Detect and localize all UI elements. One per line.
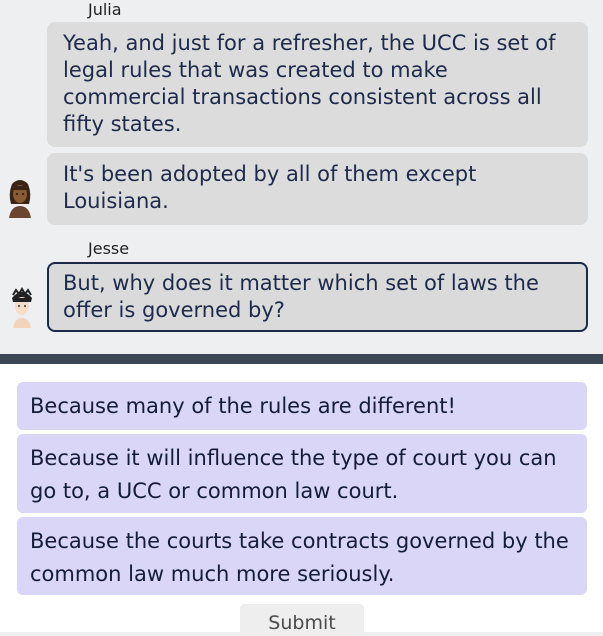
choice-option[interactable]: Because the courts take contracts govern… <box>17 517 587 595</box>
submit-button[interactable]: Submit <box>240 604 364 636</box>
speaker-name-jesse: Jesse <box>88 239 130 258</box>
julia-avatar-icon <box>9 180 31 218</box>
choice-option[interactable]: Because it will influence the type of co… <box>17 434 587 513</box>
message-bubble-current: But, why does it matter which set of law… <box>47 262 588 332</box>
choice-option[interactable]: Because many of the rules are different! <box>17 382 587 430</box>
message-bubble: Yeah, and just for a refresher, the UCC … <box>47 22 588 147</box>
choices-panel: Because many of the rules are different!… <box>0 364 603 632</box>
chat-panel: Julia Yeah, and just for a refresher, th… <box>0 0 603 354</box>
message-bubble: It's been adopted by all of them except … <box>47 153 588 225</box>
speaker-name-julia: Julia <box>88 0 122 19</box>
jesse-avatar-icon <box>12 287 32 328</box>
section-divider <box>0 354 603 364</box>
